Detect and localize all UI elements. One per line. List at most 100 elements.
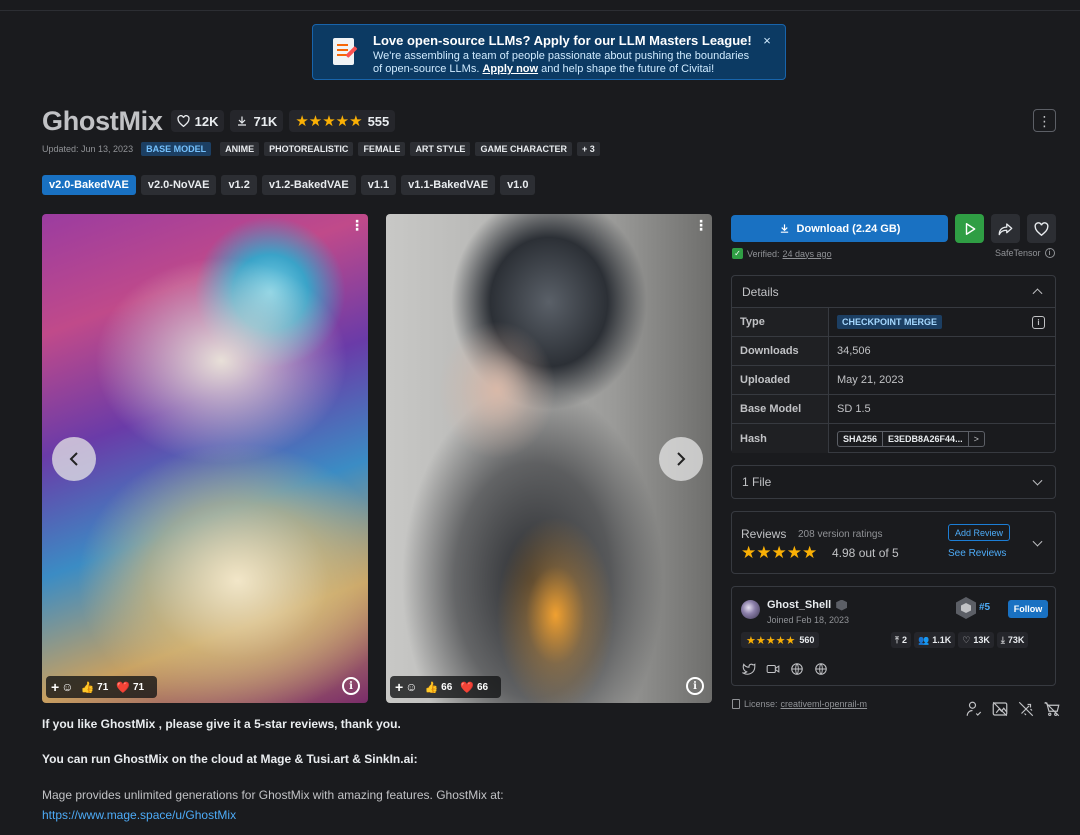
globe-icon[interactable] [813, 661, 829, 677]
downloads-stat: 71K [230, 110, 284, 132]
no-merge-icon[interactable] [1016, 699, 1036, 719]
tag-female[interactable]: FEMALE [358, 141, 406, 156]
rating-stars: ★★★★★ [295, 113, 363, 130]
apply-now-link[interactable]: Apply now [482, 63, 538, 75]
description-p1: If you like GhostMix , please give it a … [42, 717, 401, 731]
see-reviews-link[interactable]: See Reviews [948, 548, 1006, 559]
creator-name[interactable]: Ghost_Shell [767, 599, 848, 611]
version-v1-2[interactable]: v1.2 [221, 175, 257, 195]
verified-check-icon: ✓ [732, 248, 743, 259]
banner-title: Love open-source LLMs? Apply for our LLM… [373, 33, 752, 48]
globe-icon[interactable] [789, 661, 805, 677]
info-icon[interactable]: i [1032, 316, 1045, 329]
thumbs-up-icon[interactable]: 👍 [80, 681, 94, 694]
mage-link[interactable]: https://www.mage.space/u/GhostMix [42, 808, 236, 822]
share-button[interactable] [991, 214, 1020, 243]
carousel-next-button[interactable] [659, 437, 703, 481]
safetensor-label: SafeTensor i [995, 248, 1055, 258]
reaction-bar: + ☺ 👍 66 ❤️ 66 [390, 676, 502, 698]
heart-reaction-icon[interactable]: ❤️ [116, 681, 130, 694]
hash-copy[interactable]: SHA256 E3EDB8A26F44... > [837, 430, 985, 447]
chevron-down-icon[interactable] [1032, 536, 1043, 547]
tag-anime[interactable]: ANIME [220, 141, 260, 156]
heart-count: 66 [476, 681, 489, 693]
tag-art-style[interactable]: ART STYLE [410, 141, 471, 156]
smile-icon[interactable]: ☺ [405, 680, 417, 694]
heart-count: 71 [132, 681, 145, 693]
close-icon[interactable]: × [759, 34, 775, 47]
version-v1-1-bakedvae[interactable]: v1.1-BakedVAE [401, 175, 496, 195]
chevron-left-icon [69, 452, 78, 466]
no-sell-model-icon[interactable] [1042, 699, 1062, 719]
tag-game-character[interactable]: GAME CHARACTER [475, 141, 572, 156]
creator-joined: Joined Feb 18, 2023 [767, 615, 850, 625]
hash-value[interactable]: E3EDB8A26F44... [883, 431, 969, 446]
details-header[interactable]: Details [732, 276, 1055, 308]
smile-icon[interactable]: ☺ [61, 680, 73, 694]
no-credit-icon[interactable] [964, 699, 984, 719]
details-row-hash: Hash SHA256 E3EDB8A26F44... > [732, 424, 1055, 453]
run-button[interactable] [955, 214, 984, 243]
upload-icon: ⤒ [895, 634, 899, 645]
license-link[interactable]: creativeml-openrail-m [781, 699, 868, 709]
creator-stars: ★★★★★ [746, 634, 796, 647]
more-options-icon[interactable]: ⋮ [1033, 109, 1056, 132]
creator-likes: ♡ 13K [958, 632, 994, 648]
avatar[interactable] [741, 600, 760, 619]
add-reaction-button[interactable]: + [395, 679, 403, 695]
license-permissions [958, 699, 1062, 719]
creator-downloads: ⤓ 73K [996, 632, 1029, 648]
heart-icon [177, 115, 190, 127]
add-reaction-button[interactable]: + [51, 679, 59, 695]
files-panel[interactable]: 1 File [731, 465, 1056, 499]
carousel-prev-button[interactable] [52, 437, 96, 481]
preview-image-1[interactable]: ⋮ + ☺ 👍 71 ❤️ 71 i [42, 214, 368, 703]
description-p3: Mage provides unlimited generations for … [42, 788, 504, 802]
top-nav-strip [0, 0, 1080, 11]
verified-status: ✓ Verified: 24 days ago [732, 248, 832, 259]
heart-icon [1034, 221, 1049, 236]
download-icon [238, 116, 247, 126]
llm-league-banner: Love open-source LLMs? Apply for our LLM… [312, 24, 786, 80]
image-menu-icon[interactable]: ⋮ [350, 218, 364, 232]
heart-reaction-icon[interactable]: ❤️ [460, 681, 474, 694]
shield-icon [836, 599, 848, 611]
application-form-icon [333, 38, 359, 68]
video-icon[interactable] [765, 661, 781, 677]
reaction-bar: + ☺ 👍 71 ❤️ 71 [46, 676, 158, 698]
version-v2-0-bakedvae[interactable]: v2.0-BakedVAE [42, 175, 136, 195]
chevron-down-icon [1032, 475, 1043, 486]
like-button[interactable] [1027, 214, 1056, 243]
hash-type[interactable]: SHA256 [838, 431, 884, 446]
version-v1-0[interactable]: v1.0 [500, 175, 536, 195]
version-v2-0-novae[interactable]: v2.0-NoVAE [140, 175, 217, 195]
details-row-base-model: Base Model SD 1.5 [732, 395, 1055, 424]
info-icon[interactable]: i [1044, 248, 1055, 258]
creator-socials [741, 661, 837, 677]
image-menu-icon[interactable]: ⋮ [694, 218, 708, 232]
verified-date[interactable]: 24 days ago [783, 249, 832, 259]
no-sell-images-icon[interactable] [990, 699, 1010, 719]
updated-date: Updated: Jun 13, 2023 [42, 143, 134, 154]
preview-image-2[interactable]: ⋮ + ☺ 👍 66 ❤️ 66 i [386, 214, 712, 703]
tag-photorealistic[interactable]: PHOTOREALISTIC [264, 141, 354, 156]
follow-button[interactable]: Follow [1008, 600, 1048, 618]
rating-stat[interactable]: ★★★★★ 555 [289, 110, 396, 132]
reviews-count: 208 version ratings [798, 529, 883, 540]
heart-icon: ♡ [962, 634, 971, 645]
more-tags[interactable]: + 3 [576, 141, 600, 156]
version-selector: v2.0-BakedVAE v2.0-NoVAE v1.2 v1.2-Baked… [42, 175, 540, 195]
download-button[interactable]: Download (2.24 GB) [731, 215, 948, 242]
version-v1-1[interactable]: v1.1 [360, 175, 397, 195]
version-v1-2-bakedvae[interactable]: v1.2-BakedVAE [261, 175, 356, 195]
image-info-icon[interactable]: i [342, 677, 360, 695]
reviews-average: 4.98 out of 5 [832, 546, 899, 560]
add-review-button[interactable]: Add Review [948, 524, 1011, 541]
rank-badge-icon [956, 597, 976, 619]
image-info-icon[interactable]: i [686, 677, 704, 695]
twitter-icon[interactable] [741, 661, 757, 677]
chevron-right-icon[interactable]: > [969, 432, 984, 446]
creator-uploads: ⤒ 2 [891, 632, 911, 648]
reviews-stars: ★★★★★ [741, 543, 818, 562]
thumbs-up-icon[interactable]: 👍 [424, 681, 438, 694]
